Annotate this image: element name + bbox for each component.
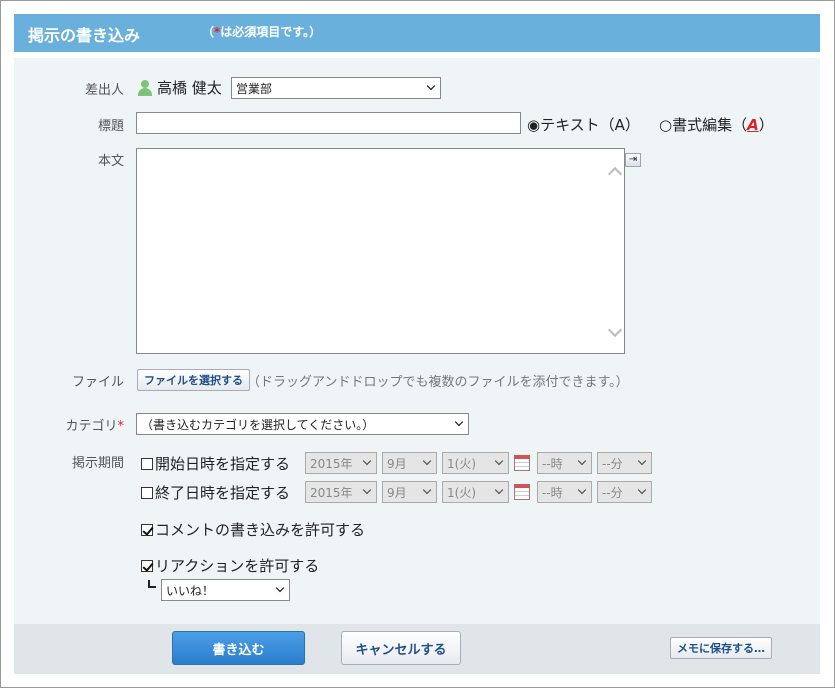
- file-label: ファイル: [71, 375, 124, 390]
- sender-label: 差出人: [84, 83, 124, 98]
- allow-reactions-row[interactable]: リアクションを許可する: [141, 555, 319, 576]
- start-date-checkbox-row[interactable]: 開始日時を指定する: [141, 453, 290, 474]
- chevron-down-icon: [454, 417, 464, 427]
- page-header: 掲示の書き込み （*は必須項目です。）: [14, 14, 820, 52]
- chevron-down-icon: [637, 485, 647, 495]
- chevron-down-icon: [577, 485, 587, 495]
- chevron-down-icon: [426, 81, 436, 91]
- required-note: （*は必須項目です。）: [202, 23, 321, 40]
- user-icon: [138, 80, 152, 96]
- chevron-down-icon: [422, 485, 432, 495]
- subject-input[interactable]: [136, 112, 521, 134]
- end-hour-select[interactable]: --時: [537, 481, 592, 503]
- allow-reactions-checkbox[interactable]: [141, 559, 153, 572]
- format-rich-suffix: ）: [758, 116, 774, 134]
- end-month-value: 9月: [387, 485, 407, 500]
- start-day-value: 1(火): [447, 456, 476, 471]
- end-day-value: 1(火): [447, 485, 476, 500]
- chevron-down-icon: [422, 456, 432, 466]
- start-minute-select[interactable]: --分: [597, 452, 652, 474]
- subject-label: 標題: [97, 119, 124, 134]
- end-day-select[interactable]: 1(火): [442, 481, 509, 503]
- category-label: カテゴリ*: [40, 415, 124, 434]
- end-hour-value: --時: [542, 485, 563, 500]
- chevron-down-icon: [494, 456, 504, 466]
- end-date-checkbox[interactable]: [141, 486, 153, 499]
- chevron-down-icon: [362, 456, 372, 466]
- sub-option-marker: [148, 580, 156, 588]
- expand-editor-icon[interactable]: ⇥: [625, 153, 641, 167]
- format-text-radio[interactable]: ◉テキスト（A）: [527, 114, 640, 135]
- body-label: 本文: [97, 154, 124, 169]
- allow-comments-row[interactable]: コメントの書き込みを許可する: [141, 519, 365, 540]
- end-month-select[interactable]: 9月: [382, 481, 437, 503]
- department-select[interactable]: 営業部: [231, 77, 441, 99]
- start-year-value: 2015年: [310, 456, 353, 471]
- submit-button[interactable]: 書き込む: [172, 631, 305, 665]
- cancel-button[interactable]: キャンセルする: [341, 631, 461, 665]
- start-date-checkbox-label: 開始日時を指定する: [155, 455, 291, 473]
- start-month-select[interactable]: 9月: [382, 452, 437, 474]
- chevron-down-icon: [275, 583, 285, 593]
- calendar-icon[interactable]: [514, 455, 530, 471]
- allow-comments-checkbox[interactable]: [141, 523, 153, 536]
- start-year-select[interactable]: 2015年: [305, 452, 377, 474]
- file-hint: （ドラッグアンドドロップでも複数のファイルを添付できます。）: [247, 375, 629, 390]
- body-textarea[interactable]: [136, 148, 625, 354]
- category-select[interactable]: （書き込むカテゴリを選択してください。）: [136, 413, 469, 435]
- start-date-checkbox[interactable]: [141, 457, 153, 470]
- end-minute-select[interactable]: --分: [597, 481, 652, 503]
- period-label: 掲示期間: [71, 456, 124, 471]
- format-rich-label: ○書式編集（: [659, 116, 748, 134]
- chevron-down-icon: [577, 456, 587, 466]
- reaction-type-value: いいね！: [166, 583, 215, 598]
- start-hour-select[interactable]: --時: [537, 452, 592, 474]
- department-value: 営業部: [236, 81, 273, 96]
- end-date-checkbox-label: 終了日時を指定する: [155, 484, 291, 502]
- end-minute-value: --分: [602, 485, 623, 500]
- scroll-down-icon[interactable]: [607, 322, 623, 338]
- allow-comments-label: コメントの書き込みを許可する: [155, 521, 366, 539]
- category-label-text: カテゴリ: [65, 419, 118, 434]
- chevron-down-icon: [637, 456, 647, 466]
- save-memo-button[interactable]: メモに保存する…: [670, 637, 772, 659]
- end-year-value: 2015年: [310, 485, 353, 500]
- page-title: 掲示の書き込み: [28, 26, 141, 45]
- chevron-down-icon: [362, 485, 372, 495]
- start-minute-value: --分: [602, 456, 623, 471]
- start-month-value: 9月: [387, 456, 407, 471]
- end-year-select[interactable]: 2015年: [305, 481, 377, 503]
- format-rich-A: A: [747, 116, 759, 134]
- sender-name: 高橋 健太: [157, 79, 222, 97]
- end-date-checkbox-row[interactable]: 終了日時を指定する: [141, 482, 290, 503]
- calendar-icon[interactable]: [514, 484, 530, 500]
- choose-file-button[interactable]: ファイルを選択する: [137, 369, 250, 391]
- category-value: （書き込むカテゴリを選択してください。）: [141, 417, 375, 432]
- chevron-down-icon: [494, 485, 504, 495]
- reaction-type-select[interactable]: いいね！: [161, 579, 290, 601]
- start-day-select[interactable]: 1(火): [442, 452, 509, 474]
- allow-reactions-label: リアクションを許可する: [155, 557, 320, 575]
- required-note-open: （: [202, 25, 215, 39]
- scroll-up-icon[interactable]: [607, 166, 623, 182]
- format-rich-radio[interactable]: ○書式編集（A）: [659, 114, 774, 135]
- required-note-text: は必須項目です。）: [220, 25, 322, 39]
- start-hour-value: --時: [542, 456, 563, 471]
- category-required-mark: *: [117, 419, 125, 434]
